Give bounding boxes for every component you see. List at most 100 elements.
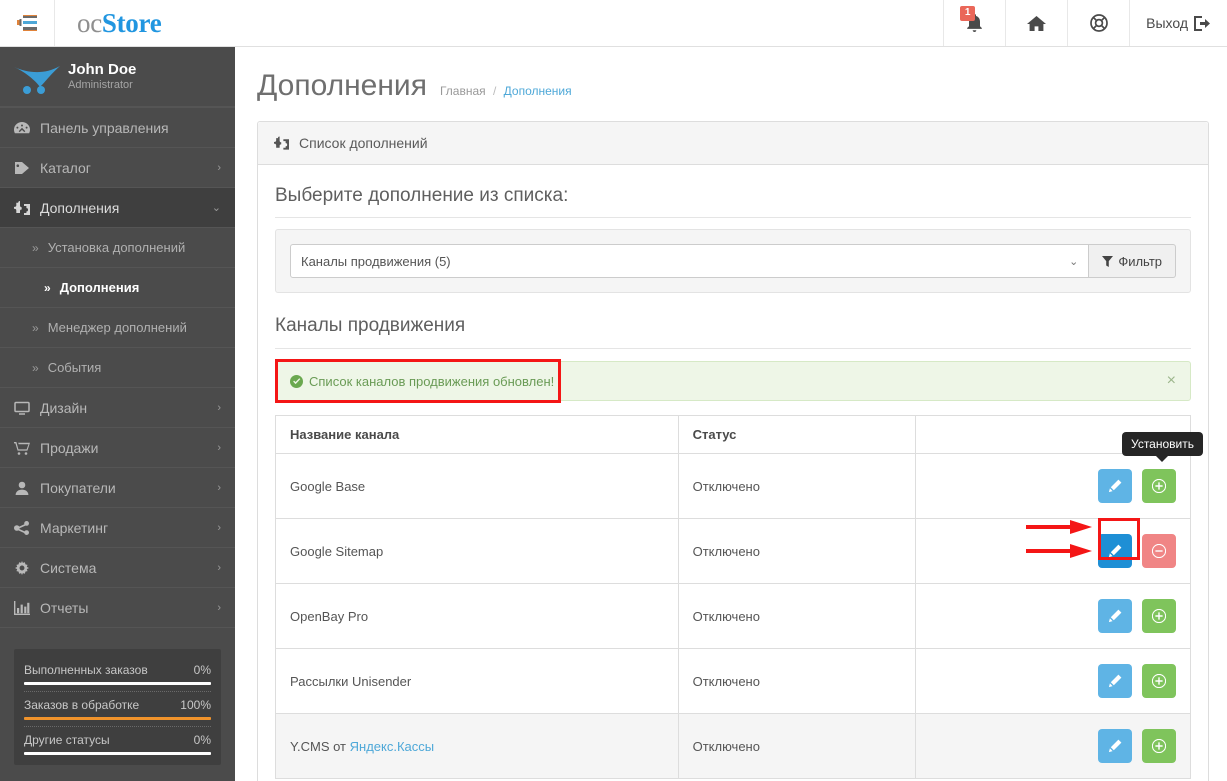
stat-processing-orders: Заказов в обработке 100% (24, 691, 211, 720)
top-header: oc Store 1 Выход (0, 0, 1227, 47)
success-alert-text: Список каналов продвижения обновлен! (309, 373, 555, 389)
stat-row: Другие статусы 0% (24, 733, 211, 747)
header-spacer (161, 0, 943, 46)
gear-icon (14, 560, 40, 575)
install-button[interactable] (1142, 469, 1176, 503)
sidebar-item-label: Покупатели (40, 479, 116, 496)
sidebar-item-dashboard[interactable]: Панель управления (0, 107, 235, 147)
sidebar-item-sales[interactable]: Продажи › (0, 427, 235, 467)
profile-text: John Doe Administrator (68, 61, 136, 92)
install-tooltip-label: Установить (1131, 437, 1194, 451)
logout-button[interactable]: Выход (1129, 0, 1227, 46)
extension-type-select-value: Каналы продвижения (5) (301, 253, 451, 269)
cell-extension-name: Google Base (275, 453, 679, 519)
table-row: Рассылки Unisender Отключено (275, 648, 1191, 714)
filter-button-label: Фильтр (1118, 253, 1162, 269)
filter-button[interactable]: Фильтр (1089, 244, 1176, 278)
admin-page: oc Store 1 Выход John Doe Administrator … (0, 0, 1227, 781)
sidebar-item-label: Продажи (40, 439, 99, 456)
notifications-button[interactable]: 1 (943, 0, 1005, 46)
panel-body: Выберите дополнение из списка: Каналы пр… (258, 165, 1208, 781)
column-header-name: Название канала (275, 415, 679, 454)
sidebar-item-label: Маркетинг (40, 519, 109, 536)
brand-suffix: Store (101, 7, 162, 38)
logout-label: Выход (1146, 15, 1188, 31)
uninstall-button[interactable] (1142, 534, 1176, 568)
edit-button[interactable] (1098, 534, 1133, 568)
cell-extension-name: Y.CMS от Яндекс.Кассы (275, 713, 679, 779)
sidebar-subitem-extension-manager[interactable]: » Менеджер дополнений (0, 307, 235, 347)
table-row: Y.CMS от Яндекс.Кассы Отключено (275, 713, 1191, 779)
sidebar-item-reports[interactable]: Отчеты › (0, 587, 235, 627)
stat-other-statuses: Другие статусы 0% (24, 726, 211, 755)
extension-name-text: Y.CMS от (290, 738, 350, 754)
cell-status: Отключено (677, 453, 917, 519)
extension-name-link[interactable]: Яндекс.Кассы (350, 739, 434, 754)
cell-actions (915, 518, 1191, 584)
success-alert: Список каналов продвижения обновлен! × (275, 361, 1191, 401)
sidebar-subitem-events[interactable]: » События (0, 347, 235, 387)
page-title: Дополнения (257, 69, 427, 102)
edit-button[interactable] (1098, 729, 1133, 763)
sidebar-toggle-button[interactable] (0, 0, 55, 46)
profile-role: Administrator (68, 78, 133, 91)
edit-button[interactable] (1098, 469, 1133, 503)
install-button[interactable] (1142, 664, 1176, 698)
table-row: Google Base Отключено (275, 453, 1191, 519)
sidebar-subitem-install-extensions[interactable]: » Установка дополнений (0, 227, 235, 267)
panel-header: Список дополнений (258, 122, 1208, 165)
install-button[interactable] (1142, 729, 1176, 763)
chevron-right-icon: › (217, 481, 221, 494)
edit-button[interactable] (1098, 664, 1133, 698)
stat-progress-fill (24, 682, 211, 685)
stat-value: 100% (180, 698, 211, 712)
sidebar-item-label: Отчеты (40, 599, 89, 616)
chevron-right-icon: › (217, 521, 221, 534)
support-button[interactable] (1067, 0, 1129, 46)
puzzle-icon (274, 136, 289, 150)
double-chevron-icon: » (32, 360, 39, 375)
install-button[interactable] (1142, 599, 1176, 633)
double-chevron-icon: » (44, 280, 51, 295)
breadcrumb-separator: / (492, 84, 497, 98)
sidebar-item-catalog[interactable]: Каталог › (0, 147, 235, 187)
chevron-right-icon: › (217, 601, 221, 614)
sidebar-item-customers[interactable]: Покупатели › (0, 467, 235, 507)
breadcrumb-home[interactable]: Главная (440, 84, 486, 98)
stat-progress-track (24, 752, 211, 755)
chevron-down-icon: ⌄ (1069, 255, 1079, 268)
sidebar-item-label: Система (40, 559, 97, 576)
home-button[interactable] (1005, 0, 1067, 46)
sidebar-item-marketing[interactable]: Маркетинг › (0, 507, 235, 547)
brand-logo[interactable]: oc Store (55, 0, 162, 46)
sidebar: John Doe Administrator Панель управления… (0, 47, 235, 781)
breadcrumb-current[interactable]: Дополнения (504, 84, 572, 98)
share-icon (14, 520, 40, 535)
stat-progress-fill (24, 752, 211, 755)
extension-type-select[interactable]: Каналы продвижения (5) ⌄ (290, 244, 1090, 278)
table-row: Google Sitemap Отключено (275, 518, 1191, 584)
stat-label: Заказов в обработке (24, 698, 140, 712)
tag-icon (14, 161, 40, 175)
sidebar-subitem-extensions[interactable]: » Дополнения (0, 267, 235, 307)
table-row: OpenBay Pro Отключено (275, 583, 1191, 649)
check-circle-icon (290, 374, 303, 388)
sidebar-item-extensions[interactable]: Дополнения ⌄ (0, 187, 235, 227)
sidebar-subitem-label: Дополнения (59, 280, 140, 295)
chevron-right-icon: › (217, 161, 221, 174)
stat-value: 0% (193, 733, 211, 747)
puzzle-icon (14, 200, 40, 215)
stat-row: Заказов в обработке 100% (24, 698, 211, 712)
cell-status: Отключено (677, 583, 917, 649)
sidebar-item-system[interactable]: Система › (0, 547, 235, 587)
double-chevron-icon: » (32, 240, 39, 255)
bar-chart-icon (14, 600, 40, 615)
cell-actions (915, 648, 1191, 714)
close-icon[interactable]: × (1167, 373, 1176, 389)
stat-progress-track (24, 717, 211, 720)
stat-value: 0% (193, 663, 211, 677)
user-profile[interactable]: John Doe Administrator (0, 47, 235, 107)
edit-button[interactable] (1098, 599, 1133, 633)
sidebar-item-design[interactable]: Дизайн › (0, 387, 235, 427)
extension-filter-group: Каналы продвижения (5) ⌄ Фильтр (290, 244, 1176, 278)
